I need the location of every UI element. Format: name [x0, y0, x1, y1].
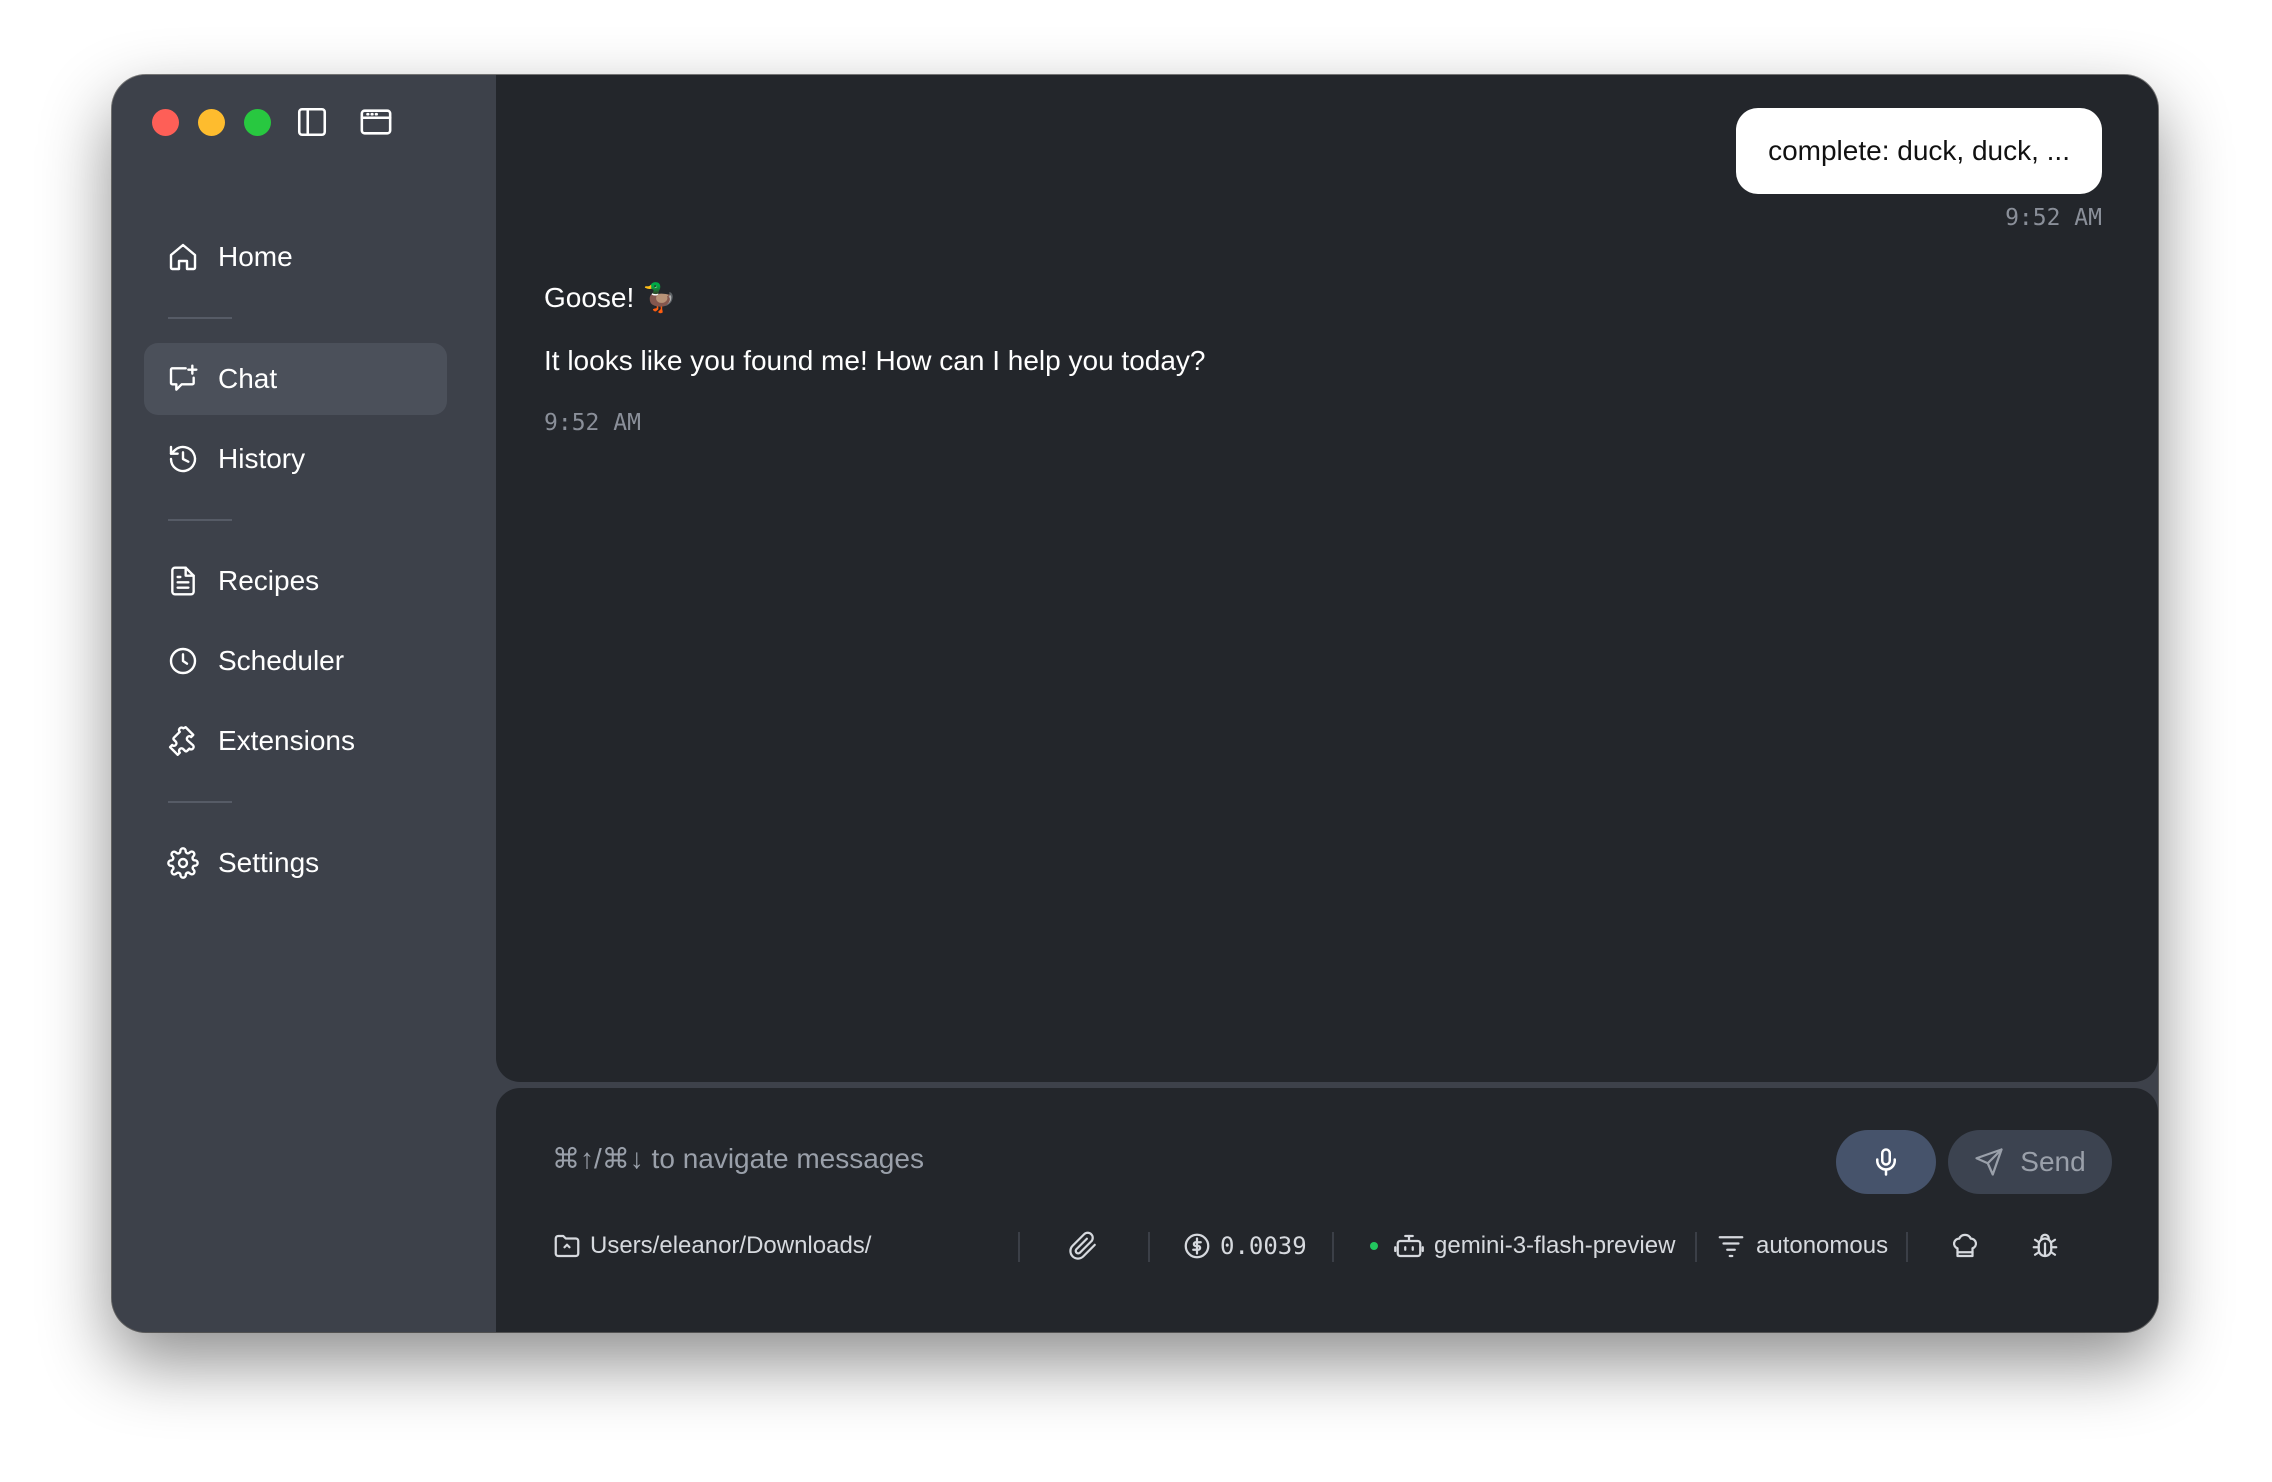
composer-status-bar: Users/eleanor/Downloads/ 0.0039 gemini-3… — [496, 1228, 2158, 1264]
status-dot — [1370, 1242, 1378, 1250]
puzzle-icon — [166, 724, 200, 758]
paperclip-icon — [1068, 1231, 1098, 1261]
zoom-window-button[interactable] — [244, 109, 271, 136]
sidebar-item-label: Home — [218, 241, 293, 272]
recipe-button[interactable] — [1950, 1228, 1980, 1264]
sidebar-item-extensions[interactable]: Extensions — [144, 705, 447, 777]
working-directory-button[interactable]: Users/eleanor/Downloads/ — [552, 1228, 871, 1264]
sidebar-item-label: Recipes — [218, 565, 320, 596]
gear-icon — [166, 846, 200, 880]
folder-icon — [552, 1231, 582, 1261]
minimize-window-button[interactable] — [198, 109, 225, 136]
composer: Send Users/eleanor/Downloads/ 0.003 — [496, 1088, 2158, 1332]
home-icon — [166, 240, 200, 274]
user-message-time: 9:52 AM — [2005, 205, 2102, 231]
cost-indicator[interactable]: 0.0039 — [1182, 1228, 1307, 1264]
sidebar-divider — [168, 801, 232, 803]
window-icon[interactable] — [359, 105, 393, 139]
mode-selector[interactable]: autonomous — [1716, 1228, 1888, 1264]
close-window-button[interactable] — [152, 109, 179, 136]
send-label: Send — [2020, 1146, 2086, 1177]
status-divider — [1148, 1232, 1150, 1262]
sidebar-item-label: Scheduler — [218, 645, 345, 676]
model-selector[interactable]: gemini-3-flash-preview — [1370, 1228, 1675, 1264]
sidebar-item-label: Extensions — [218, 725, 355, 756]
attach-button[interactable] — [1068, 1228, 1098, 1264]
microphone-button[interactable] — [1836, 1130, 1936, 1194]
sidebar-toggle-icon[interactable] — [295, 105, 329, 139]
clock-icon — [166, 644, 200, 678]
history-icon — [166, 442, 200, 476]
chat-icon — [166, 362, 200, 396]
assistant-message-line: Goose! 🦆 — [544, 282, 677, 313]
microphone-icon — [1871, 1147, 1901, 1177]
sidebar-item-recipes[interactable]: Recipes — [144, 545, 447, 617]
cost-value: 0.0039 — [1220, 1232, 1307, 1260]
working-directory: Users/eleanor/Downloads/ — [590, 1232, 872, 1259]
message-input[interactable] — [552, 1143, 1702, 1175]
sidebar-item-chat[interactable]: Chat — [144, 343, 447, 415]
status-divider — [1332, 1232, 1334, 1262]
sidebar: Home Chat History Recipes Scheduler Exte… — [112, 75, 496, 1332]
sidebar-item-scheduler[interactable]: Scheduler — [144, 625, 447, 697]
send-button[interactable]: Send — [1948, 1130, 2112, 1194]
coin-icon — [1182, 1231, 1212, 1261]
chat-area: complete: duck, duck, ... 9:52 AM Goose!… — [496, 75, 2158, 1082]
filter-icon — [1716, 1231, 1746, 1261]
user-message-bubble[interactable]: complete: duck, duck, ... — [1736, 108, 2102, 194]
robot-icon — [1394, 1231, 1424, 1261]
status-divider — [1695, 1232, 1697, 1262]
sidebar-item-home[interactable]: Home — [144, 221, 447, 293]
mode-name: autonomous — [1756, 1232, 1889, 1259]
sidebar-item-label: History — [218, 443, 306, 474]
send-icon — [1974, 1147, 2020, 1177]
debug-button[interactable] — [2030, 1228, 2060, 1264]
app-window: Home Chat History Recipes Scheduler Exte… — [112, 75, 2158, 1332]
status-divider — [1018, 1232, 1020, 1262]
sidebar-divider — [168, 519, 232, 521]
sidebar-divider — [168, 317, 232, 319]
assistant-message-time: 9:52 AM — [544, 410, 641, 436]
sidebar-item-settings[interactable]: Settings — [144, 827, 447, 899]
recipes-icon — [166, 564, 200, 598]
chef-hat-icon — [1950, 1231, 1980, 1261]
model-name: gemini-3-flash-preview — [1434, 1232, 1676, 1259]
status-divider — [1906, 1232, 1908, 1262]
sidebar-item-label: Settings — [218, 847, 320, 878]
bug-icon — [2030, 1231, 2060, 1261]
sidebar-item-label: Chat — [218, 363, 278, 394]
sidebar-item-history[interactable]: History — [144, 423, 447, 495]
assistant-message-line: It looks like you found me! How can I he… — [544, 345, 1206, 376]
